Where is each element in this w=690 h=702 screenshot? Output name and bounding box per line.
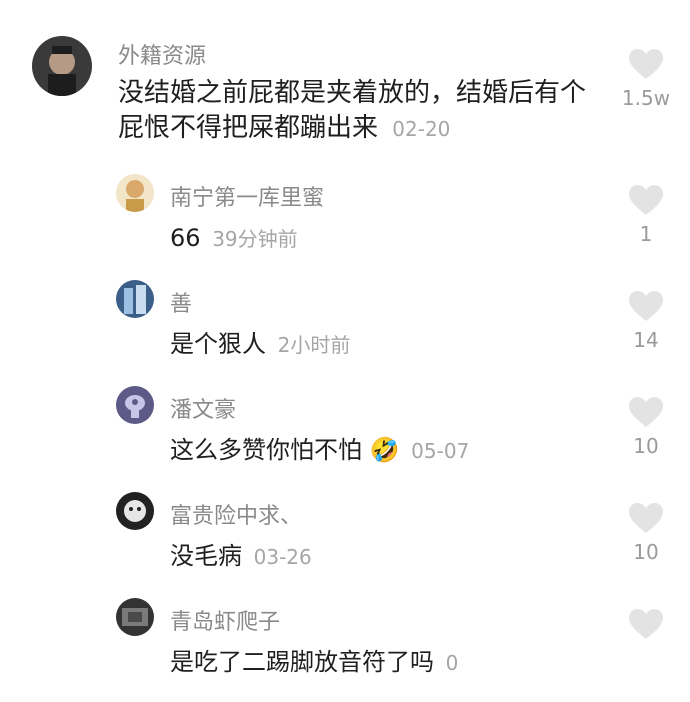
like-count: 1 — [639, 222, 653, 246]
like-button[interactable]: 14 — [612, 290, 680, 352]
like-button[interactable]: 10 — [612, 396, 680, 458]
heart-icon — [629, 397, 663, 427]
reply-time: 39分钟前 — [212, 227, 298, 251]
like-button[interactable] — [612, 608, 680, 646]
avatar[interactable] — [116, 386, 154, 424]
reply-body: 没毛病 — [170, 542, 242, 570]
reply-item: 潘文豪 这么多赞你怕不怕 🤣 05-07 10 — [0, 382, 690, 488]
heart-icon — [629, 49, 663, 79]
reply-item: 善 是个狠人 2小时前 14 — [0, 276, 690, 382]
reply-item: 南宁第一库里蜜 66 39分钟前 1 — [0, 170, 690, 276]
comment-body: 没结婚之前屁都是夹着放的，结婚后有个屁恨不得把屎都蹦出来 — [118, 78, 587, 144]
avatar[interactable] — [32, 36, 92, 96]
reply-time: 2小时前 — [277, 333, 351, 357]
top-comment: 外籍资源 没结婚之前屁都是夹着放的，结婚后有个屁恨不得把屎都蹦出来 02-20 … — [0, 0, 690, 170]
username[interactable]: 青岛虾爬子 — [170, 604, 280, 636]
avatar-image — [116, 492, 154, 530]
reply-text: 是个狠人 2小时前 — [170, 328, 350, 360]
reply-body: 是个狠人 — [170, 330, 266, 358]
like-button[interactable]: 10 — [612, 502, 680, 564]
reply-time: 03-26 — [253, 545, 312, 569]
username[interactable]: 富贵险中求、 — [170, 498, 302, 530]
like-count: 10 — [633, 434, 659, 458]
avatar-image — [116, 598, 154, 636]
like-button[interactable]: 1.5w — [612, 48, 680, 110]
reply-text: 没毛病 03-26 — [170, 540, 312, 572]
avatar[interactable] — [116, 598, 154, 636]
reply-body: 这么多赞你怕不怕 — [170, 436, 362, 464]
heart-icon — [629, 503, 663, 533]
reply-item: 青岛虾爬子 是吃了二踢脚放音符了吗 0 — [0, 594, 690, 702]
reply-text: 这么多赞你怕不怕 🤣 05-07 — [170, 434, 469, 466]
reply-item: 富贵险中求、 没毛病 03-26 10 — [0, 488, 690, 594]
reply-body: 66 — [170, 224, 201, 252]
heart-icon — [629, 291, 663, 321]
comment-time: 02-20 — [392, 117, 451, 142]
reply-text: 66 39分钟前 — [170, 222, 298, 254]
username[interactable]: 潘文豪 — [170, 392, 236, 424]
avatar-image — [116, 280, 154, 318]
comment-text: 没结婚之前屁都是夹着放的，结婚后有个屁恨不得把屎都蹦出来 02-20 — [118, 76, 598, 146]
avatar-image — [116, 174, 154, 212]
like-count: 10 — [633, 540, 659, 564]
username[interactable]: 善 — [170, 286, 192, 318]
reply-time: 05-07 — [411, 439, 470, 463]
reply-body: 是吃了二踢脚放音符了吗 — [170, 648, 434, 676]
reply-text: 是吃了二踢脚放音符了吗 0 — [170, 646, 458, 678]
heart-icon — [629, 185, 663, 215]
avatar[interactable] — [116, 280, 154, 318]
avatar[interactable] — [116, 492, 154, 530]
avatar[interactable] — [116, 174, 154, 212]
like-count: 1.5w — [621, 86, 671, 110]
avatar-image — [116, 386, 154, 424]
username[interactable]: 南宁第一库里蜜 — [170, 180, 324, 212]
avatar-image — [32, 36, 92, 96]
laughing-emoji-icon: 🤣 — [369, 436, 400, 464]
reply-time: 0 — [445, 651, 459, 675]
username[interactable]: 外籍资源 — [118, 38, 206, 70]
like-count: 14 — [633, 328, 659, 352]
heart-icon — [629, 609, 663, 639]
like-button[interactable]: 1 — [612, 184, 680, 246]
